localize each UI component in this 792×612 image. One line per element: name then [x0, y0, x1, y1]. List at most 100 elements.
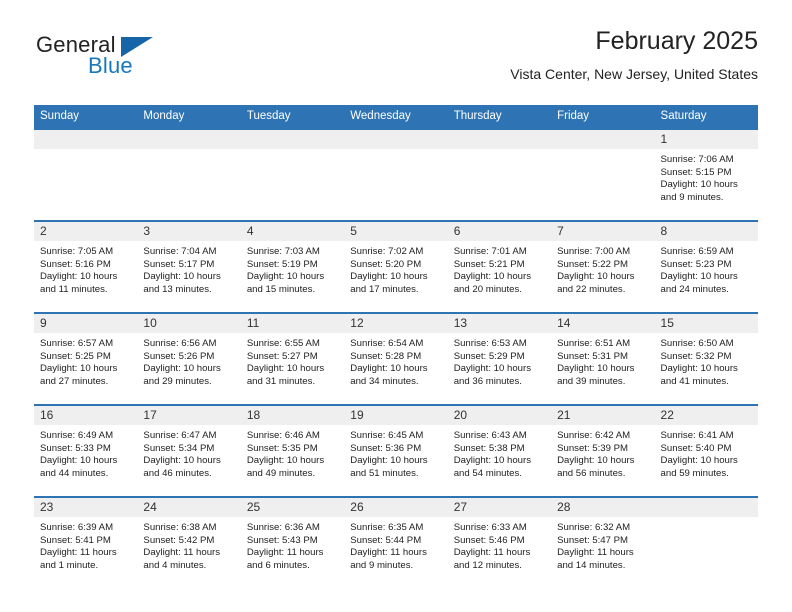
calendar-cell-empty [344, 128, 448, 221]
calendar-day-cell[interactable]: 9 Sunrise: 6:57 AM Sunset: 5:25 PM Daylight… [34, 312, 138, 405]
sunrise-text: Sunrise: 7:02 AM [350, 246, 424, 257]
weekday-header-wednesday: Wednesday [344, 105, 448, 129]
day-details: Sunrise: 7:00 AM Sunset: 5:22 PM Daylight:… [551, 241, 654, 296]
calendar-page: General Blue February 2025 Vista Center,… [0, 0, 792, 612]
calendar-day-cell[interactable]: 13 Sunrise: 6:53 AM Sunset: 5:29 PM Dayligh… [447, 312, 552, 405]
calendar-day-cell[interactable]: 14 Sunrise: 6:51 AM Sunset: 5:31 PM Dayligh… [551, 312, 655, 405]
calendar-cell-empty [34, 128, 138, 221]
day-number: 6 [447, 222, 552, 241]
calendar-day-cell[interactable]: 6 Sunrise: 7:01 AM Sunset: 5:21 PM Daylight… [447, 220, 552, 313]
calendar-day-cell[interactable]: 10 Sunrise: 6:56 AM Sunset: 5:26 PM Dayligh… [137, 312, 241, 405]
calendar-day-cell[interactable]: 26 Sunrise: 6:35 AM Sunset: 5:44 PM Dayligh… [344, 496, 448, 588]
calendar-day-cell[interactable]: 21 Sunrise: 6:42 AM Sunset: 5:39 PM Dayligh… [551, 404, 655, 497]
day-details: Sunrise: 7:03 AM Sunset: 5:19 PM Daylight:… [241, 241, 344, 296]
daylight-text: Daylight: 10 hours and 31 minutes. [246, 363, 325, 387]
day-number: 17 [137, 406, 241, 425]
daylight-text: Daylight: 10 hours and 49 minutes. [246, 455, 325, 479]
title-block: February 2025 Vista Center, New Jersey, … [510, 27, 758, 82]
calendar-day-cell[interactable]: 25 Sunrise: 6:36 AM Sunset: 5:43 PM Dayligh… [240, 496, 345, 588]
sunrise-text: Sunrise: 6:49 AM [40, 430, 114, 441]
calendar-day-cell[interactable]: 11 Sunrise: 6:55 AM Sunset: 5:27 PM Dayligh… [240, 312, 345, 405]
day-details: Sunrise: 6:41 AM Sunset: 5:40 PM Daylight:… [655, 425, 758, 480]
sunset-text: Sunset: 5:32 PM [660, 350, 732, 362]
sunrise-text: Sunrise: 6:35 AM [350, 522, 424, 533]
day-details: Sunrise: 6:38 AM Sunset: 5:42 PM Daylight:… [137, 517, 240, 572]
brand-logo[interactable]: General Blue [34, 28, 244, 88]
calendar-day-cell[interactable]: 19 Sunrise: 6:45 AM Sunset: 5:36 PM Dayligh… [344, 404, 448, 497]
sunset-text: Sunset: 5:47 PM [557, 534, 629, 546]
calendar-day-cell[interactable]: 28 Sunrise: 6:32 AM Sunset: 5:47 PM Dayligh… [551, 496, 655, 588]
sunrise-text: Sunrise: 6:46 AM [246, 430, 320, 441]
day-details: Sunrise: 6:53 AM Sunset: 5:29 PM Daylight:… [448, 333, 551, 388]
sunset-text: Sunset: 5:28 PM [350, 350, 422, 362]
day-number: 1 [654, 130, 758, 149]
calendar-week-row: 2 Sunrise: 7:05 AM Sunset: 5:16 PM Daylight… [34, 220, 758, 313]
sunrise-text: Sunrise: 6:47 AM [143, 430, 217, 441]
calendar-body: 1 Sunrise: 7:06 AM Sunset: 5:15 PM Daylight… [34, 128, 758, 588]
page-title: February 2025 [595, 27, 758, 55]
sunrise-text: Sunrise: 6:51 AM [557, 338, 631, 349]
calendar-cell-empty [137, 128, 241, 221]
sunset-text: Sunset: 5:27 PM [246, 350, 318, 362]
day-number: 5 [344, 222, 448, 241]
calendar-day-cell[interactable]: 16 Sunrise: 6:49 AM Sunset: 5:33 PM Dayligh… [34, 404, 138, 497]
calendar-day-cell[interactable]: 8 Sunrise: 6:59 AM Sunset: 5:23 PM Daylight… [654, 220, 758, 313]
calendar-day-cell[interactable]: 17 Sunrise: 6:47 AM Sunset: 5:34 PM Dayligh… [137, 404, 241, 497]
day-details: Sunrise: 6:35 AM Sunset: 5:44 PM Daylight:… [344, 517, 447, 572]
sunset-text: Sunset: 5:44 PM [350, 534, 422, 546]
sunrise-text: Sunrise: 6:38 AM [143, 522, 217, 533]
day-details: Sunrise: 6:49 AM Sunset: 5:33 PM Daylight:… [34, 425, 137, 480]
sunrise-text: Sunrise: 6:43 AM [453, 430, 527, 441]
calendar-header-row: Sunday Monday Tuesday Wednesday Thursday… [34, 105, 758, 129]
day-details: Sunrise: 6:43 AM Sunset: 5:38 PM Daylight:… [448, 425, 551, 480]
sunrise-text: Sunrise: 6:42 AM [557, 430, 631, 441]
calendar-day-cell[interactable]: 3 Sunrise: 7:04 AM Sunset: 5:17 PM Daylight… [137, 220, 241, 313]
sunset-text: Sunset: 5:42 PM [143, 534, 215, 546]
daylight-text: Daylight: 10 hours and 11 minutes. [40, 271, 118, 295]
day-details: Sunrise: 6:47 AM Sunset: 5:34 PM Daylight:… [137, 425, 240, 480]
calendar-day-cell[interactable]: 12 Sunrise: 6:54 AM Sunset: 5:28 PM Dayligh… [344, 312, 448, 405]
sunrise-text: Sunrise: 7:05 AM [40, 246, 114, 257]
calendar-day-cell[interactable]: 7 Sunrise: 7:00 AM Sunset: 5:22 PM Daylight… [551, 220, 655, 313]
calendar-day-cell[interactable]: 4 Sunrise: 7:03 AM Sunset: 5:19 PM Daylight… [240, 220, 345, 313]
daylight-text: Daylight: 11 hours and 4 minutes. [143, 547, 221, 571]
calendar-day-cell[interactable]: 1 Sunrise: 7:06 AM Sunset: 5:15 PM Daylight… [654, 128, 758, 221]
day-number [344, 130, 448, 149]
calendar-day-cell[interactable]: 24 Sunrise: 6:38 AM Sunset: 5:42 PM Dayligh… [137, 496, 241, 588]
calendar-day-cell[interactable]: 2 Sunrise: 7:05 AM Sunset: 5:16 PM Daylight… [34, 220, 138, 313]
daylight-text: Daylight: 10 hours and 46 minutes. [143, 455, 221, 479]
day-number [34, 130, 138, 149]
calendar-day-cell[interactable]: 20 Sunrise: 6:43 AM Sunset: 5:38 PM Dayligh… [447, 404, 552, 497]
weekday-header-friday: Friday [551, 105, 655, 129]
calendar-day-cell[interactable]: 22 Sunrise: 6:41 AM Sunset: 5:40 PM Dayligh… [654, 404, 758, 497]
daylight-text: Daylight: 10 hours and 39 minutes. [557, 363, 635, 387]
day-details: Sunrise: 6:54 AM Sunset: 5:28 PM Daylight:… [344, 333, 447, 388]
calendar-cell-empty [654, 496, 758, 588]
calendar-day-cell[interactable]: 15 Sunrise: 6:50 AM Sunset: 5:32 PM Dayligh… [654, 312, 758, 405]
daylight-text: Daylight: 11 hours and 14 minutes. [557, 547, 634, 571]
day-number: 10 [137, 314, 241, 333]
calendar-day-cell[interactable]: 23 Sunrise: 6:39 AM Sunset: 5:41 PM Dayligh… [34, 496, 138, 588]
calendar-day-cell[interactable]: 18 Sunrise: 6:46 AM Sunset: 5:35 PM Dayligh… [240, 404, 345, 497]
day-number: 3 [137, 222, 241, 241]
calendar-day-cell[interactable]: 5 Sunrise: 7:02 AM Sunset: 5:20 PM Daylight… [344, 220, 448, 313]
sunset-text: Sunset: 5:17 PM [143, 258, 215, 270]
day-number [654, 498, 758, 517]
day-number [137, 130, 241, 149]
daylight-text: Daylight: 10 hours and 13 minutes. [143, 271, 221, 295]
weekday-header-monday: Monday [137, 105, 241, 129]
day-details: Sunrise: 7:04 AM Sunset: 5:17 PM Daylight:… [137, 241, 240, 296]
daylight-text: Daylight: 10 hours and 41 minutes. [660, 363, 738, 387]
calendar-week-row: 16 Sunrise: 6:49 AM Sunset: 5:33 PM Dayligh… [34, 404, 758, 497]
calendar-cell-empty [447, 128, 552, 221]
sunrise-text: Sunrise: 6:45 AM [350, 430, 424, 441]
sunset-text: Sunset: 5:33 PM [40, 442, 111, 454]
sunrise-text: Sunrise: 6:54 AM [350, 338, 424, 349]
sunrise-text: Sunrise: 6:32 AM [557, 522, 631, 533]
page-subtitle: Vista Center, New Jersey, United States [510, 65, 758, 82]
daylight-text: Daylight: 10 hours and 27 minutes. [40, 363, 118, 387]
calendar-day-cell[interactable]: 27 Sunrise: 6:33 AM Sunset: 5:46 PM Dayligh… [447, 496, 552, 588]
daylight-text: Daylight: 10 hours and 29 minutes. [143, 363, 221, 387]
day-number: 8 [654, 222, 758, 241]
day-number: 21 [551, 406, 655, 425]
